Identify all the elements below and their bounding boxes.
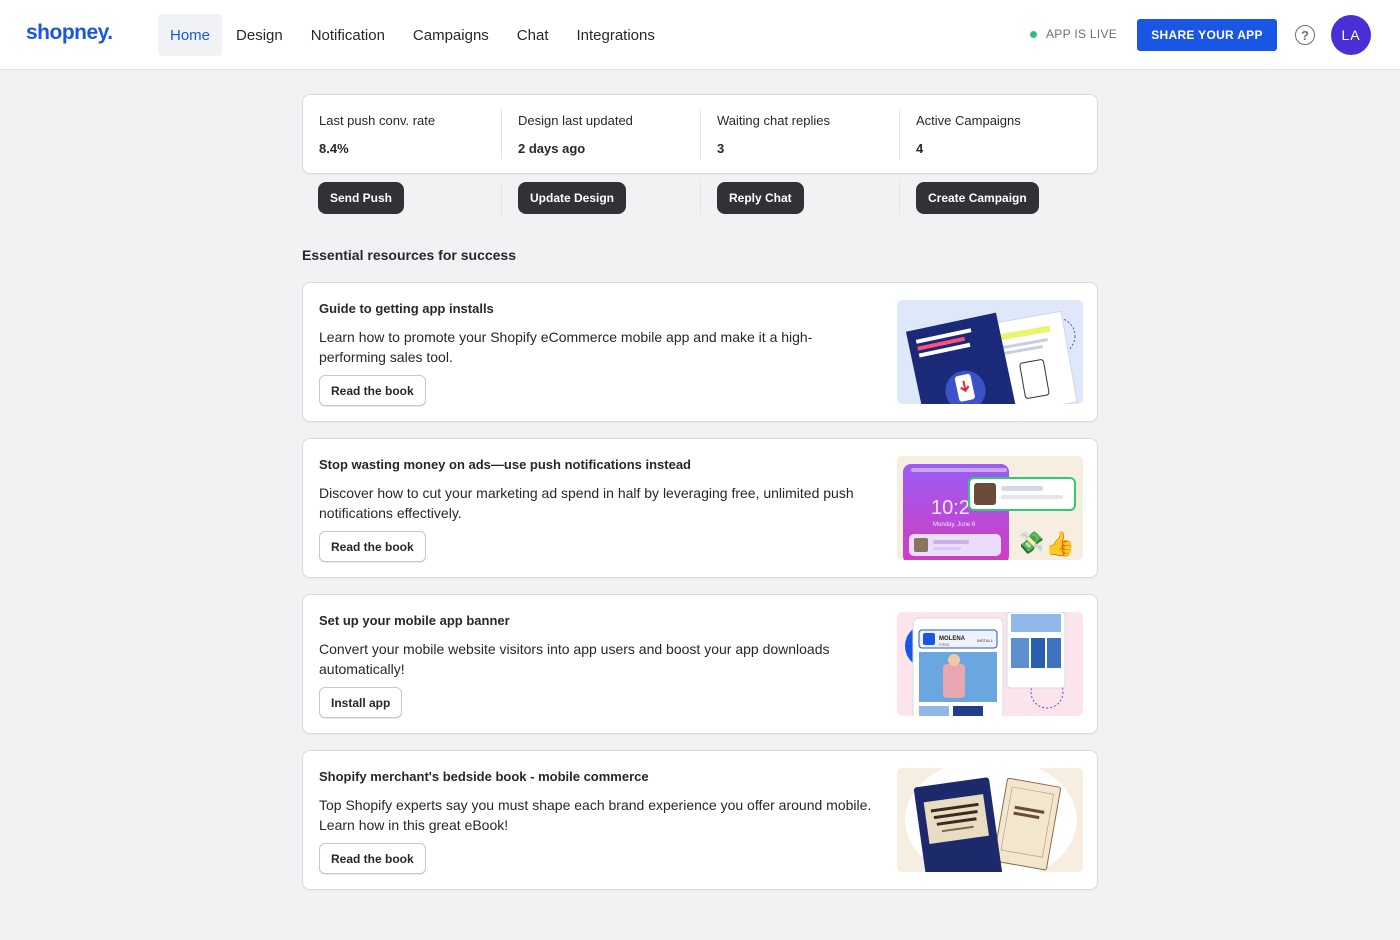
stat-label: Last push conv. rate [319,113,436,128]
nav-item-campaigns[interactable]: Campaigns [399,14,503,56]
lockscreen-time: 10:2 [931,497,970,519]
nav-item-integrations[interactable]: Integrations [562,14,668,56]
thumbs-up-emoji: 👍 [1045,530,1075,558]
nav-item-design[interactable]: Design [222,14,297,56]
resource-description: Discover how to cut your marketing ad sp… [319,485,854,521]
stat-divider [501,109,502,159]
resource-title: Shopify merchant's bedside book - mobile… [319,769,649,784]
resource-description: Learn how to promote your Shopify eComme… [319,329,813,365]
reply-chat-button[interactable]: Reply Chat [717,182,804,214]
app-live-label: APP IS LIVE [1046,27,1118,41]
ebook-covers-icon [897,768,1083,872]
stat-divider [899,109,900,159]
read-book-button[interactable]: Read the book [319,843,426,874]
resource-card-push-notifications: Stop wasting money on ads—use push notif… [302,438,1098,578]
read-book-button[interactable]: Read the book [319,531,426,562]
help-icon[interactable]: ? [1295,25,1315,45]
resource-card-bedside-book: Shopify merchant's bedside book - mobile… [302,750,1098,890]
ebook-cover-icon [897,300,1083,404]
resource-title: Guide to getting app installs [319,301,494,316]
resource-title: Stop wasting money on ads—use push notif… [319,457,691,472]
stat-value: 3 [717,141,725,156]
resource-card-app-banner: Set up your mobile app banner Convert yo… [302,594,1098,734]
main-nav: Home Design Notification Campaigns Chat … [158,14,669,56]
live-dot-icon [1030,30,1037,38]
app-live-status: APP IS LIVE [1030,27,1117,41]
resources-heading: Essential resources for success [302,247,517,263]
stat-value: 4 [916,141,924,156]
nav-item-chat[interactable]: Chat [503,14,563,56]
nav-item-home[interactable]: Home [158,14,223,56]
stat-value: 2 days ago [518,141,586,156]
create-campaign-button[interactable]: Create Campaign [916,182,1039,214]
money-emoji: 💸 [1017,530,1044,555]
update-design-button[interactable]: Update Design [518,182,627,214]
lockscreen-date: Monday, June 6 [933,522,976,528]
resource-title: Set up your mobile app banner [319,613,510,628]
top-bar: shopney. Home Design Notification Campai… [0,0,1400,70]
stat-label: Design last updated [518,113,633,128]
shopney-logo[interactable]: shopney. [26,21,113,45]
stat-label: Waiting chat replies [717,113,830,128]
action-divider [501,182,502,214]
resource-description: Convert your mobile website visitors int… [319,641,830,677]
action-divider [700,182,701,214]
stat-divider [700,109,701,159]
send-push-button[interactable]: Send Push [318,182,405,214]
stat-label: Active Campaigns [916,113,1021,128]
nav-item-notification[interactable]: Notification [297,14,399,56]
stat-value: 8.4% [319,141,349,156]
stats-card: Last push conv. rate 8.4% Design last up… [302,94,1098,174]
banner-install-label: INSTALL [977,638,994,643]
share-app-button[interactable]: SHARE YOUR APP [1137,19,1277,51]
push-notification-preview-icon: 10:2 Monday, June 6 💸 👍 [897,456,1083,560]
banner-sub-label: FREE [939,642,950,647]
app-banner-preview-icon: MOLENA FREE INSTALL [897,612,1083,716]
resource-description: Top Shopify experts say you must shape e… [319,797,872,833]
read-book-button[interactable]: Read the book [319,375,426,406]
action-divider [899,182,900,214]
install-app-button[interactable]: Install app [319,687,403,718]
user-avatar[interactable]: LA [1331,15,1371,55]
resource-card-app-installs: Guide to getting app installs Learn how … [302,282,1098,422]
